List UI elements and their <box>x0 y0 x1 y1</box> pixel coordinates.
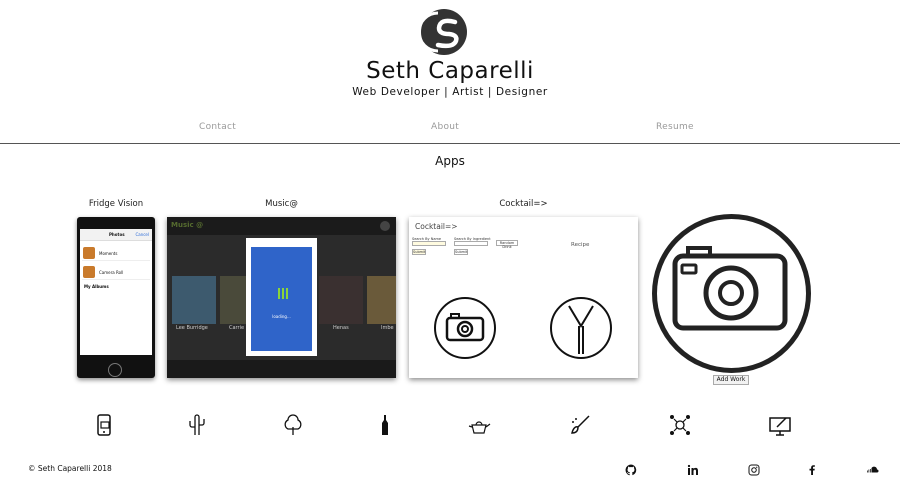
nav-contact[interactable]: Contact <box>199 122 236 132</box>
list-item: Moments <box>82 245 150 261</box>
card-label-fridge-vision: Fridge Vision <box>88 199 144 209</box>
cactus-icon[interactable] <box>185 413 209 437</box>
instagram-icon[interactable] <box>748 464 760 476</box>
soundcloud-icon[interactable] <box>866 464 880 476</box>
card-label-music: Music@ <box>265 199 298 209</box>
music-topbar: Music @ <box>167 217 396 235</box>
home-button-icon <box>108 363 122 377</box>
cocktail-glass-icon <box>550 297 612 359</box>
phone-nav-bar: Photos Cancel <box>80 229 152 241</box>
logo-icon[interactable] <box>418 7 470 57</box>
nav-about[interactable]: About <box>431 122 459 132</box>
tree-icon[interactable] <box>281 413 305 437</box>
card-label-cocktail: Cocktail=> <box>499 199 548 209</box>
phone-section-label: My Albums <box>84 284 109 289</box>
artist-name: Imbe <box>381 325 394 331</box>
nav-resume[interactable]: Resume <box>656 122 694 132</box>
artist-tile <box>367 276 396 324</box>
loading-modal: loading... <box>246 238 317 356</box>
phone-cancel: Cancel <box>135 232 149 237</box>
paintbrush-icon[interactable] <box>568 413 592 437</box>
teapot-icon[interactable] <box>467 413 491 437</box>
nav-divider <box>0 143 900 144</box>
submit-button: Submit <box>454 249 468 255</box>
avatar <box>380 221 390 231</box>
cocktail-title: Cocktail=> <box>415 222 458 231</box>
bottle-icon[interactable] <box>373 413 397 437</box>
mobile-app-icon[interactable] <box>92 413 116 437</box>
list-item: Camera Roll <box>82 264 150 280</box>
random-drink-button: Random Drink <box>496 240 518 249</box>
site-title: Seth Caparelli <box>366 58 534 84</box>
facebook-icon[interactable] <box>806 464 818 476</box>
linkedin-icon[interactable] <box>687 464 699 476</box>
drawing-tablet-icon[interactable] <box>768 413 792 437</box>
artist-name: Carrie <box>229 325 245 331</box>
row-label: Camera Roll <box>99 270 124 275</box>
apps-heading: Apps <box>435 154 465 168</box>
github-icon[interactable] <box>625 464 637 476</box>
artist-tile <box>172 276 216 324</box>
submit-button: Submit <box>412 249 426 255</box>
music-logo: Music @ <box>171 221 204 229</box>
music-player-bar <box>167 360 396 378</box>
site-tagline: Web Developer | Artist | Designer <box>352 86 548 98</box>
loading-text: loading... <box>272 314 291 319</box>
add-work-camera-icon[interactable] <box>651 213 812 374</box>
phone-screen: Photos Cancel Moments Camera Roll My Alb… <box>80 229 152 355</box>
music-screenshot[interactable]: Music @ Lee Burridge Carrie Henas Imbe l… <box>167 217 396 378</box>
artist-name: Henas <box>333 325 349 331</box>
add-work-button[interactable]: Add Work <box>713 375 749 385</box>
artist-tile <box>319 276 363 324</box>
recipe-label: Recipe <box>571 242 590 248</box>
fridge-vision-screenshot[interactable]: Photos Cancel Moments Camera Roll My Alb… <box>77 217 155 378</box>
thumbnail <box>83 266 95 278</box>
thumbnail <box>83 247 95 259</box>
copyright: © Seth Caparelli 2018 <box>28 464 112 473</box>
phone-header-title: Photos <box>109 232 125 237</box>
main-nav: Contact About Resume <box>0 122 900 136</box>
row-label: Moments <box>99 251 118 256</box>
loading-panel: loading... <box>251 247 312 351</box>
artist-name: Lee Burridge <box>176 325 208 331</box>
search-name-input <box>412 241 446 246</box>
cocktail-screenshot[interactable]: Cocktail=> Search By Name Search By Ingr… <box>409 217 638 378</box>
camera-icon <box>434 297 496 359</box>
search-ingredient-input <box>454 241 488 246</box>
loading-bars-icon <box>278 288 288 299</box>
network-icon[interactable] <box>668 413 692 437</box>
